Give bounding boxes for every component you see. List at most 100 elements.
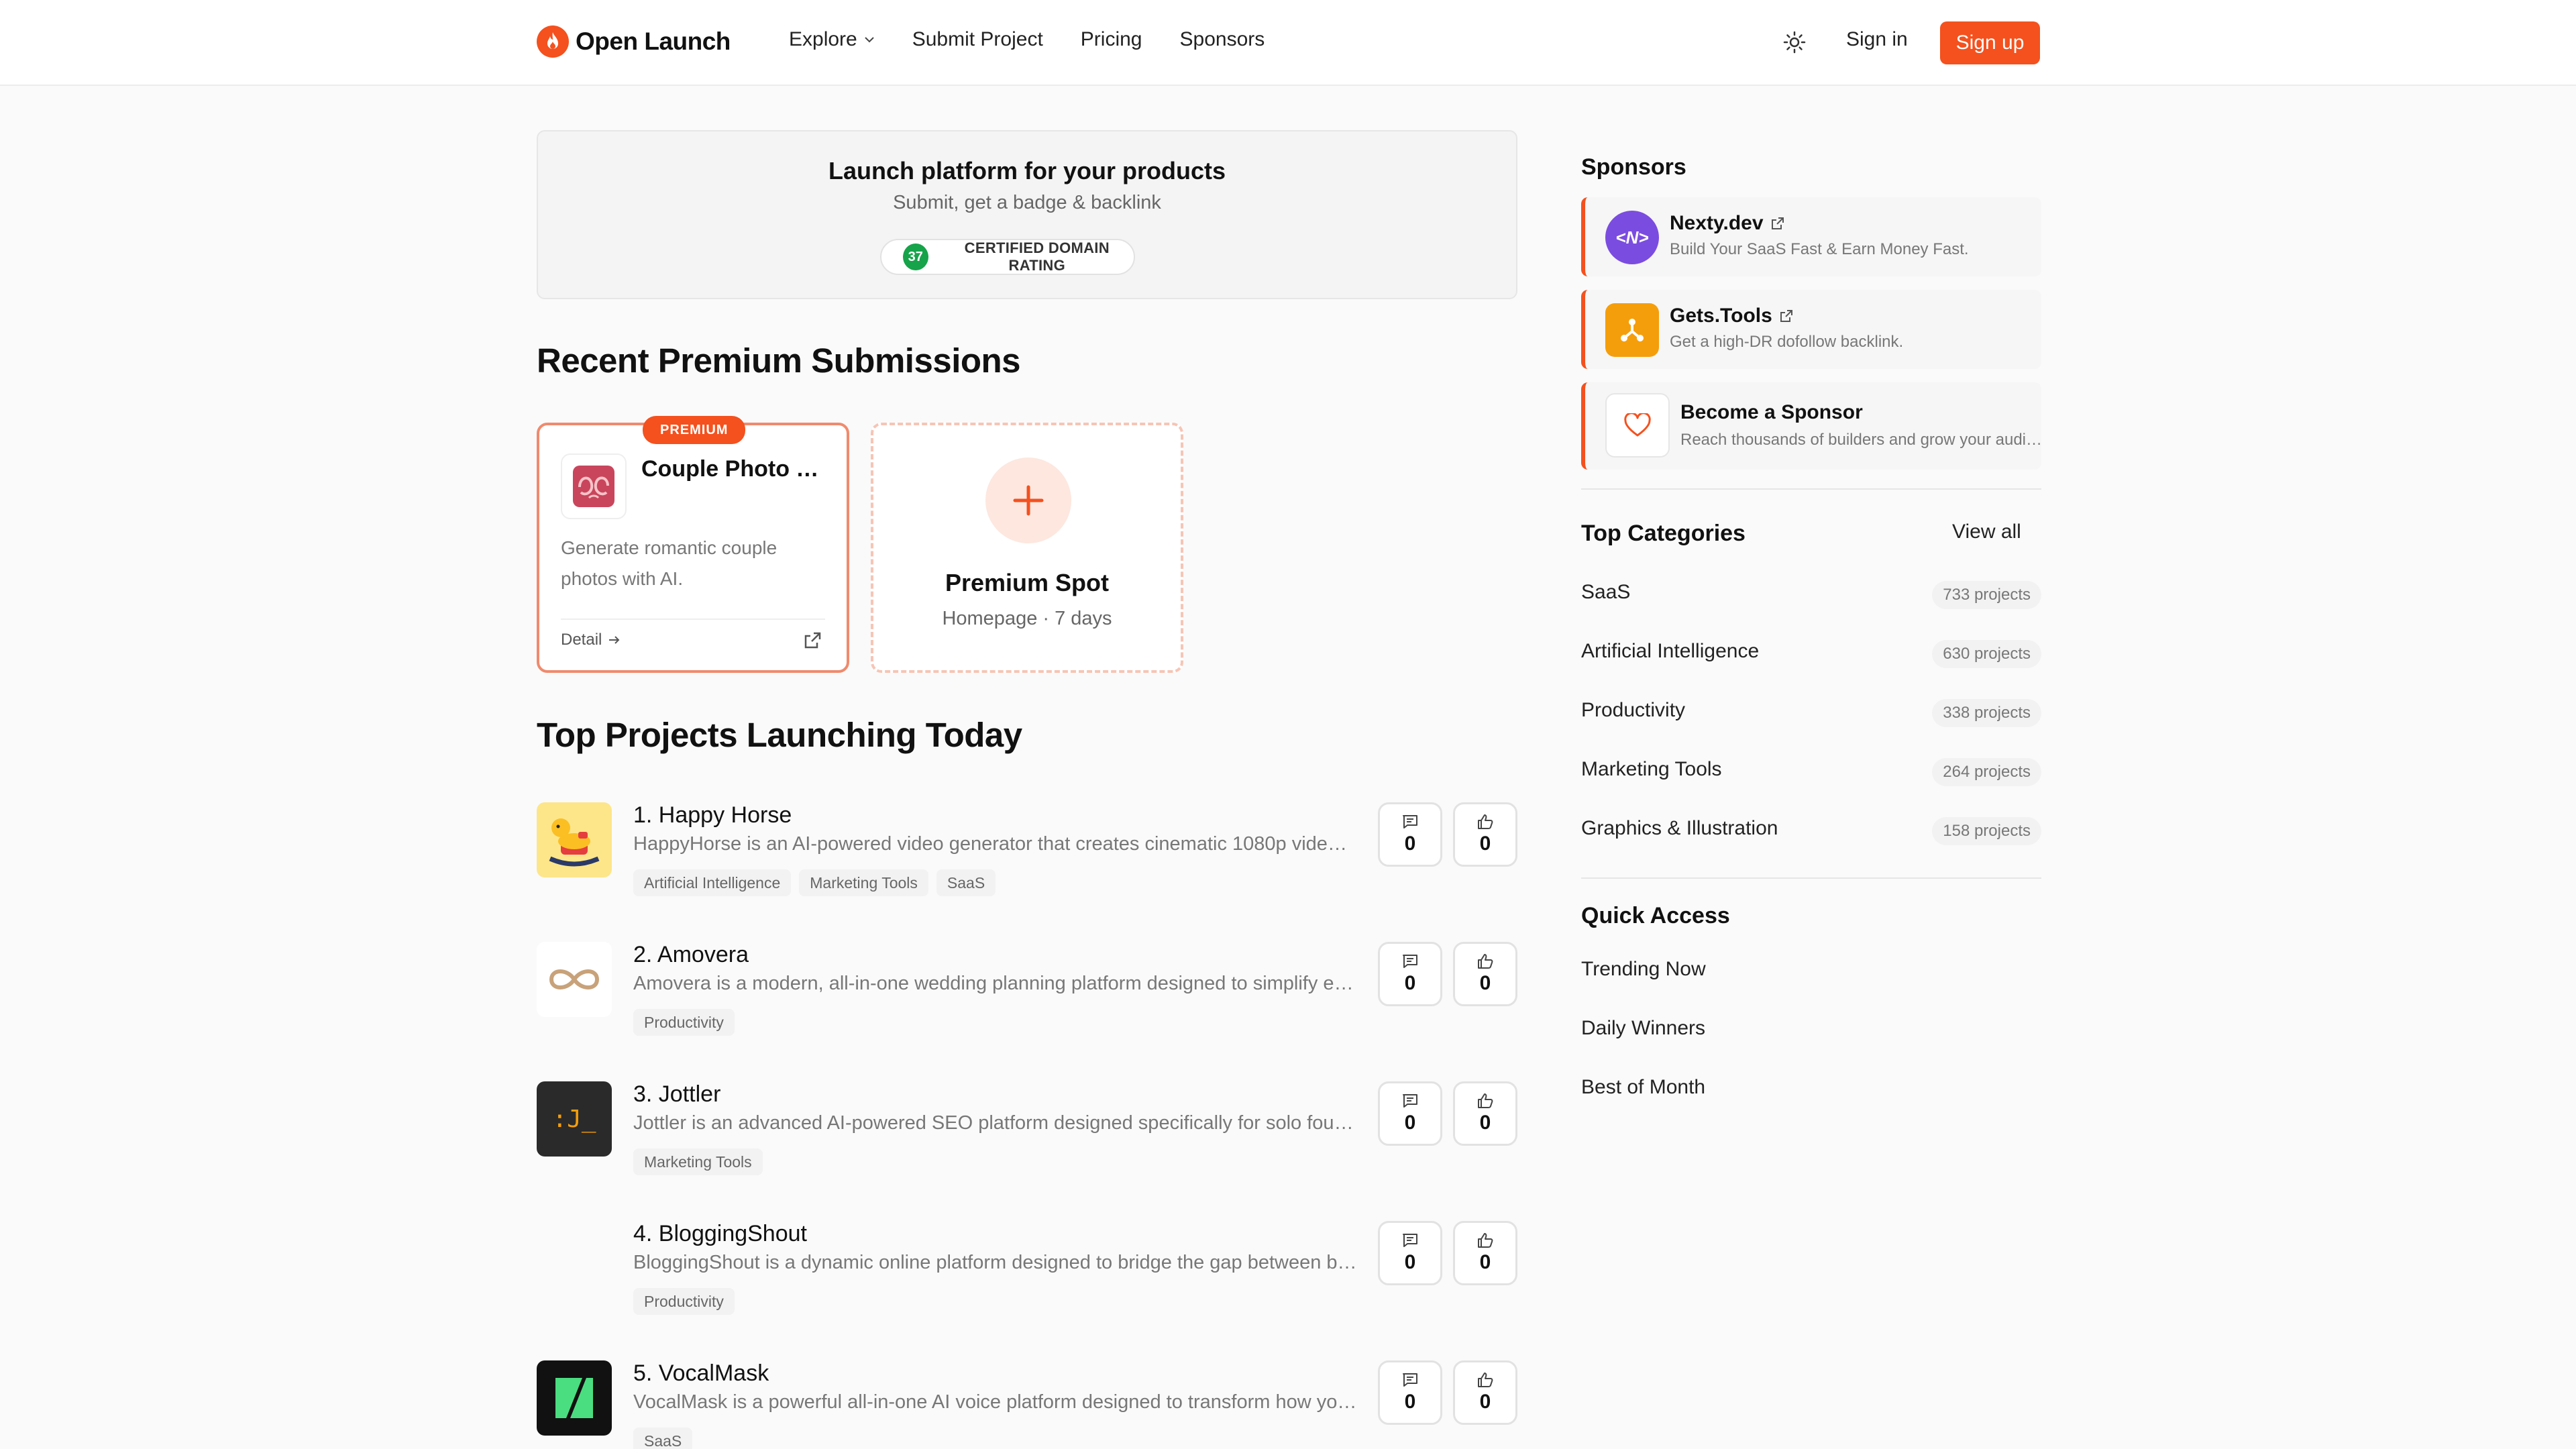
nav-explore[interactable]: Explore xyxy=(789,28,875,51)
project-description: BloggingShout is a dynamic online platfo… xyxy=(633,1252,1358,1273)
project-description: VocalMask is a powerful all-in-one AI vo… xyxy=(633,1391,1358,1413)
sun-icon[interactable] xyxy=(1782,30,1807,54)
upvote-count: 0 xyxy=(1479,1112,1491,1134)
project-name[interactable]: 5. VocalMask xyxy=(633,1360,769,1387)
top-categories-title: Top Categories xyxy=(1581,521,1746,546)
premium-card-description: Generate romantic couple photos with AI. xyxy=(561,537,777,589)
category-item[interactable]: Productivity 338 projects xyxy=(1581,692,2041,733)
sidebar-divider xyxy=(1581,488,2041,490)
comment-count: 0 xyxy=(1404,1391,1416,1413)
sponsor-description: Build Your SaaS Fast & Earn Money Fast. xyxy=(1670,240,1969,258)
logo[interactable]: Open Launch xyxy=(537,25,731,58)
premium-spot-subtitle: Homepage · 7 days xyxy=(942,608,1112,629)
become-sponsor-card[interactable]: Become a Sponsor Reach thousands of buil… xyxy=(1581,382,2043,470)
category-item[interactable]: Marketing Tools 264 projects xyxy=(1581,751,2041,792)
project-row[interactable]: 1. Happy Horse HappyHorse is an AI-power… xyxy=(537,802,1517,916)
category-item[interactable]: Artificial Intelligence 630 projects xyxy=(1581,633,2041,674)
sponsor-name: Become a Sponsor xyxy=(1680,401,1863,423)
comment-icon xyxy=(1403,1373,1417,1387)
thumbs-up-icon xyxy=(1478,954,1493,969)
premium-card-detail-link[interactable]: Detail xyxy=(561,631,622,649)
project-tag[interactable]: Marketing Tools xyxy=(799,869,928,896)
thumbs-up-icon xyxy=(1478,1233,1493,1248)
project-tag[interactable]: Artificial Intelligence xyxy=(633,869,792,896)
comment-button[interactable]: 0 xyxy=(1378,1221,1442,1285)
upvote-button[interactable]: 0 xyxy=(1453,942,1517,1006)
comment-icon xyxy=(1403,815,1417,828)
category-count: 630 projects xyxy=(1932,640,2041,668)
premium-spot-card[interactable]: Premium Spot Homepage · 7 days xyxy=(871,423,1183,673)
project-description: Amovera is a modern, all-in-one wedding … xyxy=(633,973,1358,994)
premium-card[interactable]: PREMIUM Couple Photo Generator Generate … xyxy=(537,416,849,673)
project-tags: Productivity xyxy=(633,1288,743,1315)
sign-in-link[interactable]: Sign in xyxy=(1846,28,1908,51)
domain-rating-label: CERTIFIED DOMAIN RATING xyxy=(964,239,1110,274)
project-description: HappyHorse is an AI-powered video genera… xyxy=(633,833,1358,855)
category-item[interactable]: Graphics & Illustration 158 projects xyxy=(1581,810,2041,851)
upvote-count: 0 xyxy=(1479,1251,1491,1273)
thumbs-up-icon xyxy=(1478,1373,1493,1387)
upvote-button[interactable]: 0 xyxy=(1453,1081,1517,1146)
project-tags: Productivity xyxy=(633,1009,743,1036)
infinity-rings-icon xyxy=(537,942,612,1017)
category-name: Graphics & Illustration xyxy=(1581,817,1778,839)
premium-card-detail-label: Detail xyxy=(561,631,602,649)
project-name[interactable]: 4. BloggingShout xyxy=(633,1221,807,1247)
project-tag[interactable]: SaaS xyxy=(633,1428,693,1449)
nav-pricing[interactable]: Pricing xyxy=(1081,28,1142,51)
external-link-icon xyxy=(1780,310,1792,322)
quick-access-trending[interactable]: Trending Now xyxy=(1581,958,1706,981)
sign-up-button[interactable]: Sign up xyxy=(1940,21,2040,64)
category-name: Artificial Intelligence xyxy=(1581,640,1760,662)
quick-access-best-of-month[interactable]: Best of Month xyxy=(1581,1076,1705,1099)
upvote-button[interactable]: 0 xyxy=(1453,1360,1517,1425)
sponsor-card[interactable]: Gets.Tools Get a high-DR dofollow backli… xyxy=(1581,290,2041,369)
category-count: 338 projects xyxy=(1932,699,2041,727)
project-row[interactable]: 4. BloggingShout BloggingShout is a dyna… xyxy=(537,1221,1517,1335)
upvote-button[interactable]: 0 xyxy=(1453,802,1517,867)
comment-icon xyxy=(1403,1094,1417,1108)
upvote-button[interactable]: 0 xyxy=(1453,1221,1517,1285)
project-name[interactable]: 3. Jottler xyxy=(633,1081,720,1108)
nexty-logo-icon: <N> xyxy=(1605,211,1659,264)
quick-access-title: Quick Access xyxy=(1581,903,1730,928)
sponsor-name-text: Nexty.dev xyxy=(1670,212,1764,234)
project-tag[interactable]: Productivity xyxy=(633,1288,735,1315)
project-row[interactable]: :J_ 3. Jottler Jottler is an advanced AI… xyxy=(537,1081,1517,1195)
plus-icon xyxy=(985,458,1071,543)
premium-tag: PREMIUM xyxy=(643,416,746,444)
project-tag[interactable]: Productivity xyxy=(633,1009,735,1036)
project-name[interactable]: 1. Happy Horse xyxy=(633,802,792,828)
main-nav: Explore Submit Project Pricing Sponsors xyxy=(789,28,1302,51)
external-link-icon[interactable] xyxy=(802,631,822,654)
premium-spot-title: Premium Spot xyxy=(945,569,1110,596)
nav-explore-label: Explore xyxy=(789,28,857,50)
chevron-down-icon xyxy=(865,37,874,43)
category-name: Marketing Tools xyxy=(1581,758,1722,780)
category-name: SaaS xyxy=(1581,581,1631,603)
premium-section-title: Recent Premium Submissions xyxy=(537,341,1021,380)
sponsor-description: Reach thousands of builders and grow you… xyxy=(1680,431,2043,449)
nav-submit-project[interactable]: Submit Project xyxy=(912,28,1043,51)
quick-access-daily-winners[interactable]: Daily Winners xyxy=(1581,1017,1705,1040)
project-logo-placeholder xyxy=(537,1221,612,1296)
category-item[interactable]: SaaS 733 projects xyxy=(1581,574,2041,614)
domain-rating-badge[interactable]: 37 CERTIFIED DOMAIN RATING xyxy=(880,239,1135,275)
project-row[interactable]: 2. Amovera Amovera is a modern, all-in-o… xyxy=(537,942,1517,1056)
comment-button[interactable]: 0 xyxy=(1378,1081,1442,1146)
view-all-link[interactable]: View all xyxy=(1952,521,2021,543)
project-tag[interactable]: SaaS xyxy=(936,869,996,896)
vocalmask-icon xyxy=(537,1360,612,1436)
hero-banner: Launch platform for your products Submit… xyxy=(537,130,1517,299)
project-name[interactable]: 2. Amovera xyxy=(633,942,749,968)
comment-button[interactable]: 0 xyxy=(1378,802,1442,867)
sponsor-name: Gets.Tools xyxy=(1670,305,1794,327)
project-row[interactable]: 5. VocalMask VocalMask is a powerful all… xyxy=(537,1360,1517,1449)
comment-button[interactable]: 0 xyxy=(1378,1360,1442,1425)
domain-rating-value: 37 xyxy=(903,244,928,270)
getstools-logo-icon xyxy=(1605,303,1659,357)
sponsor-card[interactable]: <N> Nexty.dev Build Your SaaS Fast & Ear… xyxy=(1581,197,2041,276)
comment-button[interactable]: 0 xyxy=(1378,942,1442,1006)
project-tag[interactable]: Marketing Tools xyxy=(633,1148,763,1175)
nav-sponsors[interactable]: Sponsors xyxy=(1180,28,1265,51)
